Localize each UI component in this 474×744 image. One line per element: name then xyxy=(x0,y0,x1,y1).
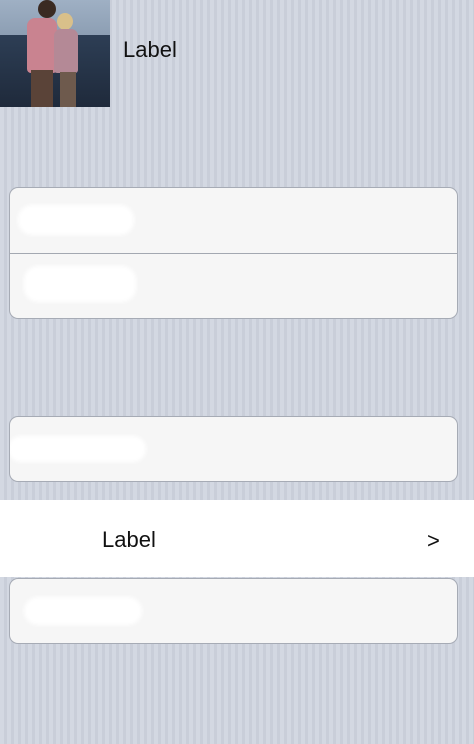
list-item[interactable] xyxy=(10,253,457,318)
photo-person-head xyxy=(57,13,73,30)
settings-group-middle xyxy=(9,416,458,482)
nav-row[interactable]: Label > xyxy=(0,500,474,577)
list-item[interactable] xyxy=(10,579,457,643)
nav-row-label: Label xyxy=(102,527,156,552)
photo-person-head xyxy=(38,0,56,18)
photo-person-legs xyxy=(60,72,76,107)
photo-person-body xyxy=(54,29,78,73)
redacted-text xyxy=(24,597,142,625)
list-item[interactable] xyxy=(10,188,457,253)
redacted-text xyxy=(24,266,136,302)
photo-person-legs xyxy=(31,70,53,107)
photo-person-body xyxy=(27,18,57,73)
settings-group-top xyxy=(9,187,458,319)
list-item[interactable] xyxy=(10,417,457,481)
redacted-text xyxy=(18,205,134,235)
settings-group-bottom xyxy=(9,578,458,644)
chevron-right-icon: > xyxy=(427,528,440,553)
header-label: Label xyxy=(123,37,177,62)
profile-photo xyxy=(0,0,110,107)
redacted-text xyxy=(10,436,146,462)
